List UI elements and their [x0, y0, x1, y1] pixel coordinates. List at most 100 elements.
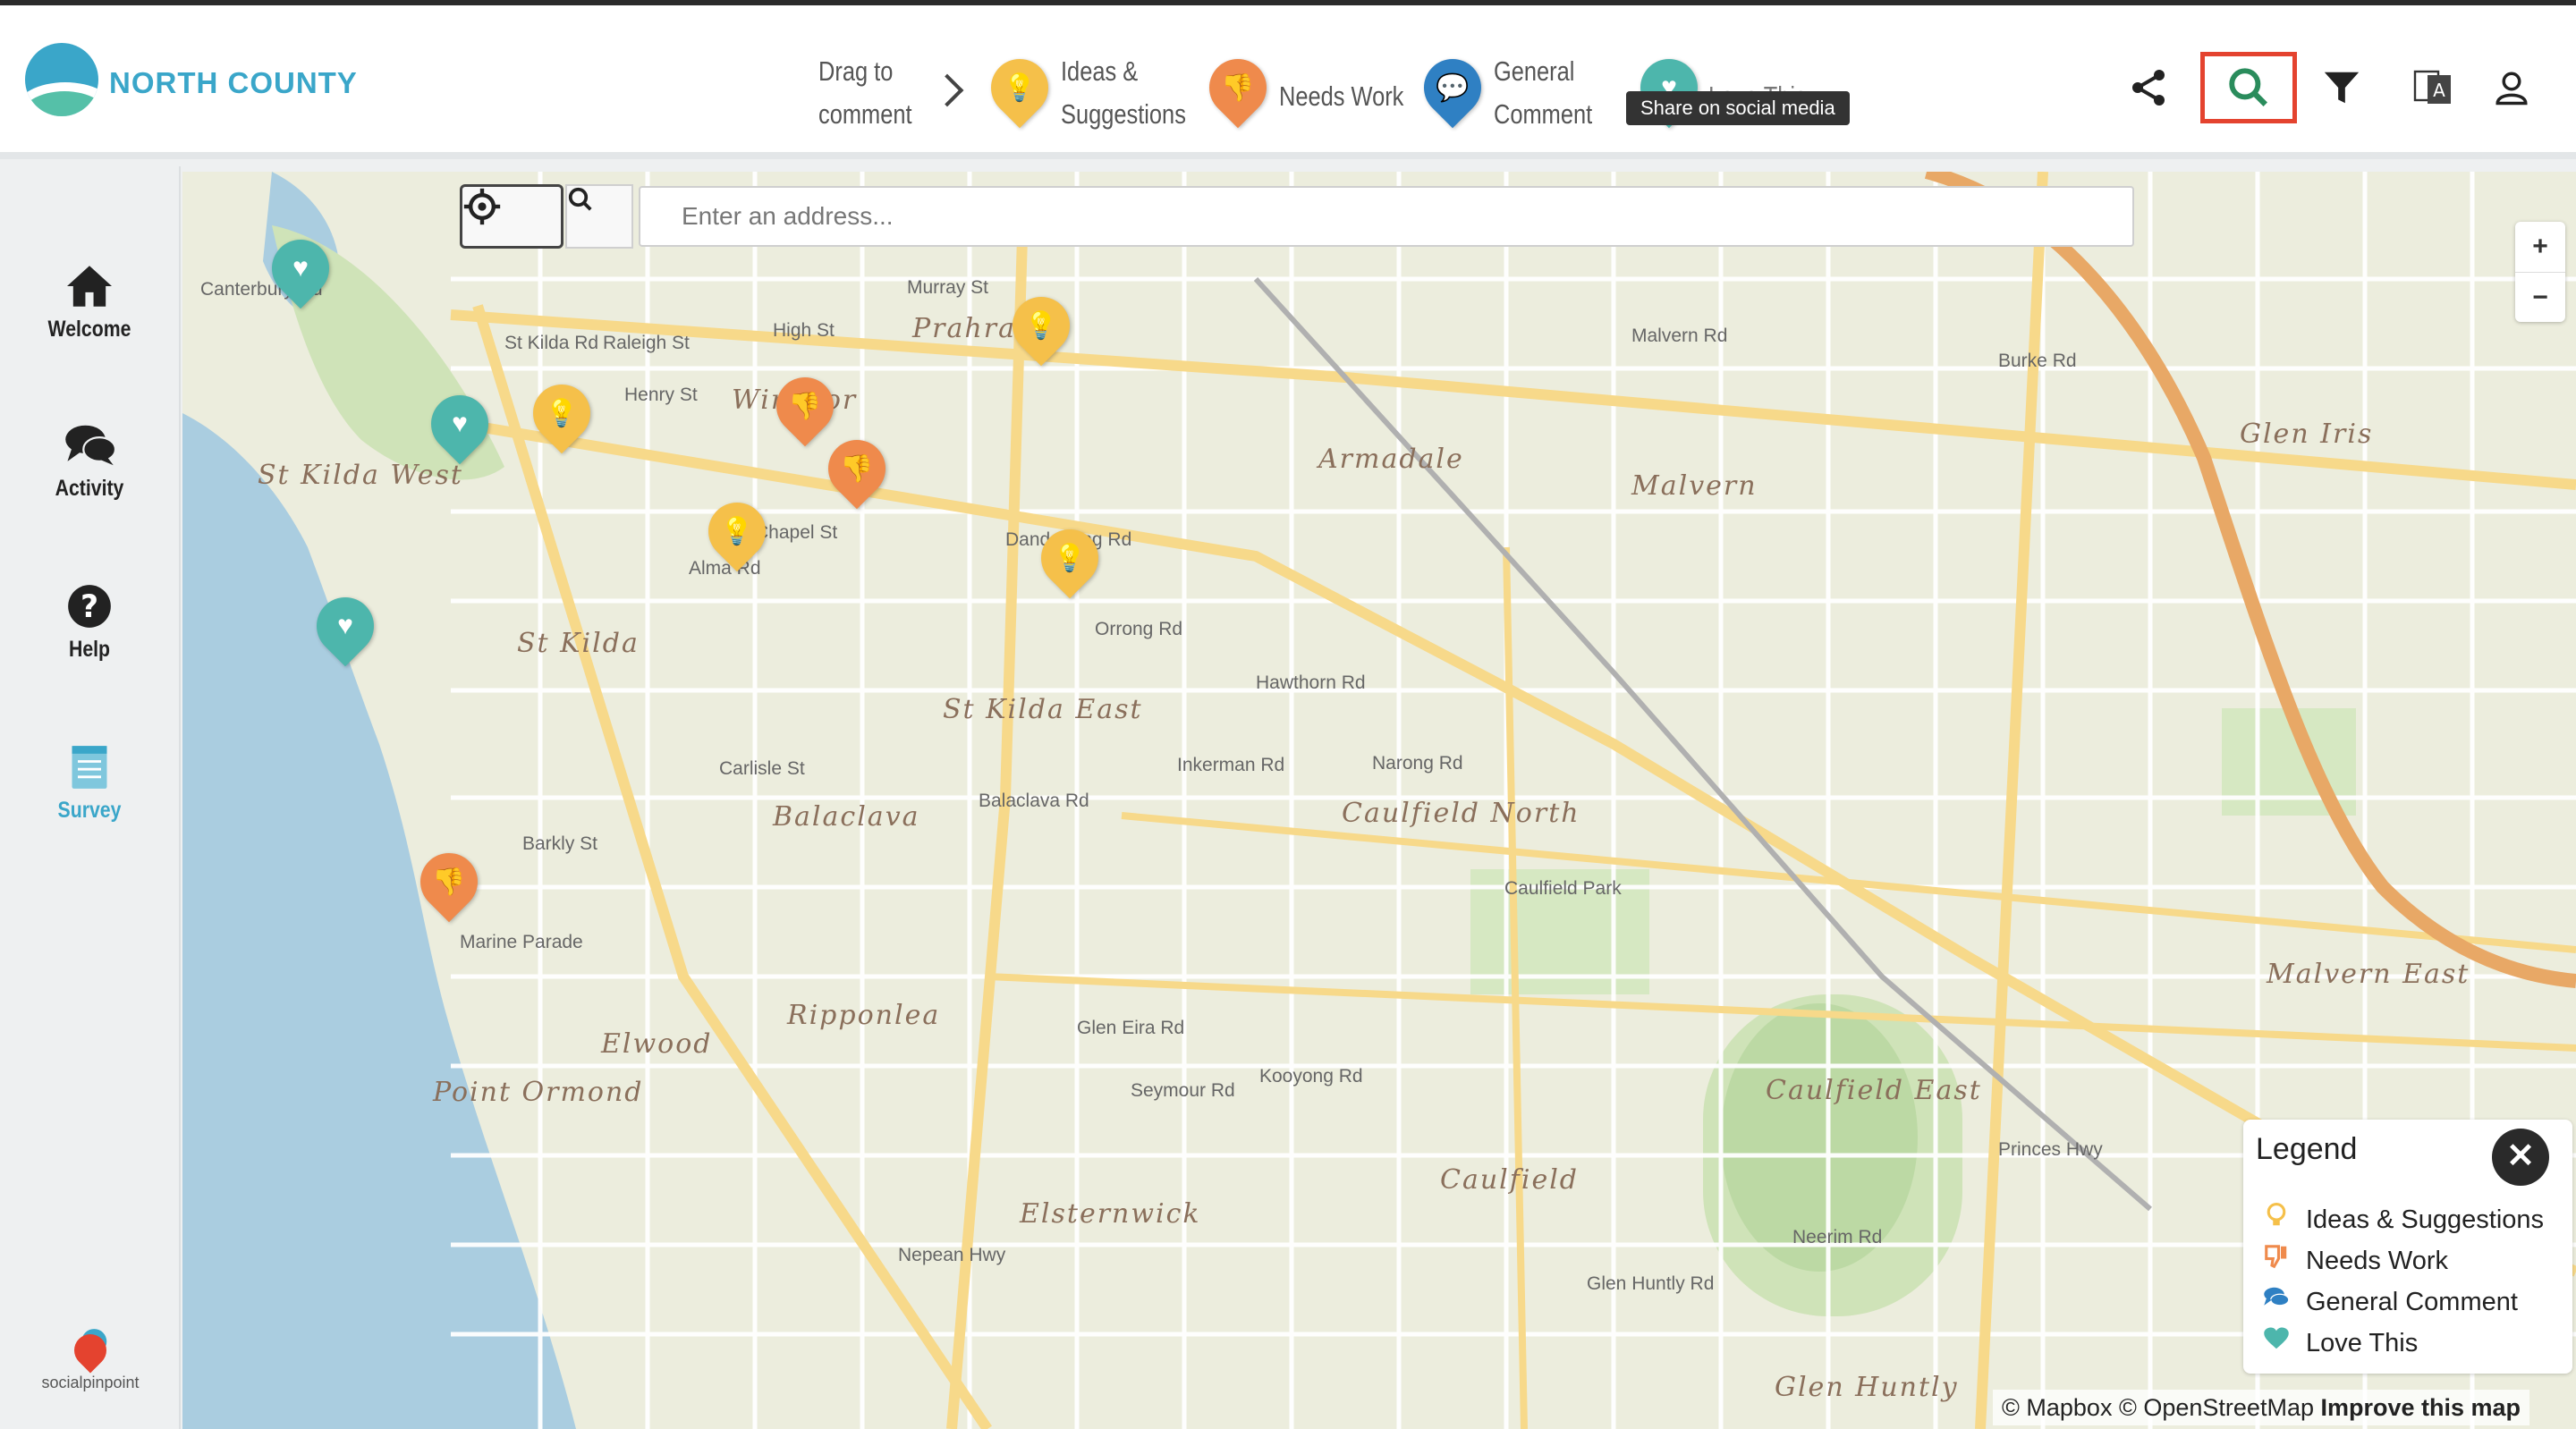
road-label: St Kilda Rd — [504, 333, 599, 353]
road-label: Neerim Rd — [1792, 1227, 1883, 1247]
road-label: Chapel St — [755, 522, 838, 543]
locate-me-button[interactable] — [460, 184, 564, 249]
suburb-label: Armadale — [1318, 444, 1464, 475]
road-label: Alma Rd — [689, 558, 761, 579]
lightbulb-icon — [2267, 1202, 2286, 1226]
suburb-label: St Kilda West — [258, 460, 463, 491]
chat-icon — [63, 419, 116, 472]
suburb-label: Elwood — [601, 1028, 713, 1060]
sidebar-item-activity[interactable]: Activity — [0, 419, 179, 517]
legend-item-general-comment: General Comment — [2263, 1284, 2567, 1323]
road-label: Glen Huntly Rd — [1587, 1273, 1715, 1294]
lightbulb-icon: 💡 — [720, 516, 754, 546]
north-county-logo[interactable]: NORTH COUNTY — [25, 43, 358, 123]
suburb-label: Balaclava — [773, 801, 920, 833]
user-account-button[interactable] — [2483, 59, 2540, 116]
general-comment-pin-draggable[interactable]: 💬 — [1411, 47, 1494, 129]
road-label: Raleigh St — [603, 333, 690, 353]
suburb-label: Malvern — [1631, 470, 1758, 502]
map-canvas[interactable]: St Kilda West St Kilda Prahran Windsor A… — [182, 172, 2576, 1429]
road-label: Henry St — [624, 385, 698, 405]
heart-icon: ♥ — [337, 611, 353, 640]
search-icon — [2229, 68, 2267, 106]
map-pin-love-this[interactable]: ♥ — [259, 227, 342, 309]
search-button[interactable] — [2200, 52, 2297, 123]
socialpinpoint-logo[interactable]: socialpinpoint — [32, 1327, 148, 1397]
speech-bubble-icon — [2264, 1287, 2290, 1306]
survey-icon — [63, 740, 116, 794]
filter-button[interactable] — [2313, 59, 2370, 116]
translate-icon: A — [2413, 70, 2451, 104]
legend-close-button[interactable]: ✕ — [2492, 1129, 2549, 1186]
needs-work-label: Needs Work — [1279, 80, 1404, 112]
improve-map-link[interactable]: Improve this map — [2321, 1394, 2521, 1421]
map-pin-love-this[interactable]: ♥ — [304, 585, 386, 667]
zoom-controls: + − — [2515, 222, 2565, 322]
road-label: Marine Parade — [460, 932, 583, 952]
map-pin-ideas[interactable]: 💡 — [521, 372, 603, 454]
crosshair-icon — [463, 188, 501, 225]
map-pin-needs-work[interactable]: 👎 — [764, 365, 846, 447]
logo-mark-icon — [25, 43, 98, 116]
thumbs-down-icon — [2265, 1245, 2287, 1269]
road-label: Seymour Rd — [1131, 1080, 1235, 1101]
map-pin-needs-work[interactable]: 👎 — [408, 841, 490, 923]
user-icon — [2496, 72, 2528, 106]
osm-attribution-link[interactable]: © OpenStreetMap — [2119, 1394, 2314, 1421]
mapbox-attribution-link[interactable]: © Mapbox — [2002, 1394, 2112, 1421]
sidebar-item-welcome[interactable]: Welcome — [0, 259, 179, 358]
chevron-right-icon — [930, 73, 964, 107]
road-label: Malvern Rd — [1631, 326, 1728, 346]
suburb-label: Point Ormond — [433, 1077, 644, 1108]
share-button[interactable] — [2120, 59, 2177, 116]
share-icon — [2132, 70, 2165, 106]
lightbulb-icon: 💡 — [1024, 310, 1058, 341]
address-search-button[interactable] — [565, 184, 633, 249]
heart-icon — [2264, 1327, 2289, 1349]
suburb-label: Caulfield — [1440, 1164, 1580, 1196]
lightbulb-icon: 💡 — [545, 398, 579, 428]
lightbulb-icon: 💡 — [1053, 543, 1087, 573]
map-pin-love-this[interactable]: ♥ — [419, 383, 501, 465]
thumbs-down-icon: 👎 — [788, 391, 822, 421]
logo-text: NORTH COUNTY — [109, 66, 358, 99]
road-label: Hawthorn Rd — [1256, 672, 1366, 693]
close-icon: ✕ — [2506, 1137, 2535, 1175]
share-tooltip: Share on social media — [1626, 91, 1850, 125]
road-label: Orrong Rd — [1095, 619, 1183, 639]
sidebar-item-help[interactable]: ? Help — [0, 579, 179, 678]
socialpinpoint-mark-icon — [67, 1327, 114, 1374]
road-label: Inkerman Rd — [1177, 755, 1285, 775]
svg-text:?: ? — [80, 589, 98, 625]
road-label: Kooyong Rd — [1259, 1066, 1363, 1087]
map-pin-needs-work[interactable]: 👎 — [816, 427, 898, 510]
suburb-label: Glen Huntly — [1775, 1372, 1959, 1403]
heart-icon: ♥ — [292, 253, 309, 283]
road-label: Glen Eira Rd — [1077, 1018, 1185, 1038]
filter-icon — [2324, 72, 2360, 104]
zoom-in-button[interactable]: + — [2515, 222, 2565, 272]
port-phillip-bay — [182, 413, 576, 1429]
road-label: Carlisle St — [719, 758, 805, 779]
road-label: Burke Rd — [1998, 351, 2077, 371]
address-search-input[interactable] — [639, 186, 2134, 247]
speech-bubble-icon: 💬 — [1436, 72, 1470, 103]
map-pin-ideas[interactable]: 💡 — [696, 490, 778, 572]
question-icon: ? — [63, 579, 116, 633]
road-label: Princes Hwy — [1998, 1139, 2103, 1160]
road-label: High St — [773, 320, 835, 341]
home-icon — [63, 259, 116, 313]
suburb-label: St Kilda East — [943, 694, 1143, 725]
translate-button[interactable]: A — [2404, 59, 2462, 116]
road-label: Barkly St — [522, 833, 598, 854]
svg-text:A: A — [2433, 80, 2445, 101]
suburb-label: Malvern East — [2267, 959, 2470, 990]
heart-icon: ♥ — [452, 409, 468, 438]
map-pin-ideas[interactable]: 💡 — [1029, 517, 1111, 599]
zoom-out-button[interactable]: − — [2515, 272, 2565, 322]
legend-item-love-this: Love This — [2263, 1325, 2567, 1365]
needs-work-pin-draggable[interactable]: 👎 — [1197, 47, 1279, 129]
ideas-pin-draggable[interactable]: 💡 — [979, 47, 1061, 129]
sidebar-item-survey[interactable]: Survey — [0, 740, 179, 839]
map-pin-ideas[interactable]: 💡 — [1000, 284, 1082, 367]
